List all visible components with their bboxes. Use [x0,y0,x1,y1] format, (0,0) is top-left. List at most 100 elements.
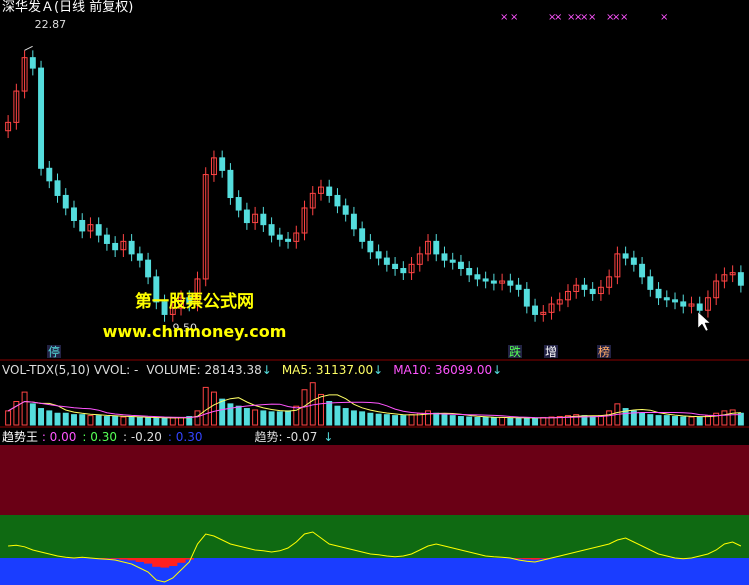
x-marker: × [620,12,628,23]
volume-bar [62,412,69,426]
volume-bar [433,412,440,426]
volume-bar [153,417,160,426]
trend-negative-fill [530,558,540,560]
candle-body [589,288,596,295]
candle-body [71,207,77,221]
volume-bar [606,410,613,426]
trend-negative-fill [522,558,532,560]
event-marker-label: 榜 [598,344,610,359]
trend-band-bottom [0,558,749,585]
candle-body [507,280,514,286]
trend-negative-fill [514,558,524,559]
candle-body [62,194,69,209]
volume-bar [729,409,736,426]
event-marker-label: 跌 [509,344,521,359]
trend-legend-item: : 0.00 [41,430,77,444]
volume-bar [375,413,382,426]
volume-bar [334,405,341,426]
candle-body [474,274,481,280]
trend-band-top [0,445,749,515]
volume-bar [112,416,119,426]
volume-bar [21,391,28,426]
volume-bar [29,403,36,426]
candle-body [29,57,36,69]
x-marker: × [588,12,596,23]
trend-negative-fill [152,558,161,567]
volume-bar [178,416,184,426]
candle-body [54,180,61,196]
down-arrow-icon: ↓ [323,430,334,444]
down-arrow-icon: ↓ [261,363,272,377]
volume-bar [309,382,316,426]
candle-body [326,186,333,196]
volume-bar [120,416,127,426]
volume-legend-item: MA5: 31137.00 [281,363,374,377]
volume-bar [46,410,53,426]
x-marker: × [510,12,518,23]
x-marker: × [660,12,668,23]
volume-bar [38,408,45,426]
volume-bar [441,414,448,426]
candle-body [276,234,283,240]
candle-body [663,297,670,301]
trend-negative-fill [127,558,137,561]
volume-bar [688,416,695,426]
volume-bar [5,410,12,426]
trend-band-middle [0,515,749,558]
volume-bar [285,410,292,426]
volume-bar [161,417,168,426]
candle-body [260,213,267,226]
volume-indicator-name: VOL-TDX(5,10) [2,363,94,377]
candle-body [103,234,110,244]
trend-negative-fill [135,558,145,562]
candle-body [737,272,744,286]
volume-bar [252,409,259,426]
volume-bar [474,416,481,426]
volume-bar [672,416,678,426]
trend-negative-fill [160,558,170,568]
candle-body [145,259,152,278]
volume-bar [457,416,464,426]
trend-negative-fill [176,558,186,563]
volume-bar [400,415,407,426]
volume-bar [540,416,547,426]
volume-bar [318,393,324,426]
candle-body [227,169,234,199]
volume-bar [54,412,61,426]
volume-bar [655,415,662,426]
volume-bar [326,401,333,426]
candle-body [383,257,390,265]
high-price-label: 22.87 [35,18,66,31]
volume-bar [359,411,366,426]
volume-legend-item: VVOL: - [93,363,139,377]
volume-bar [276,411,283,426]
trend-legend: 趋势王 : 0.00: 0.30: -0.20: 0.30 趋势: -0.07 ↓ [2,430,333,444]
volume-bar [499,416,506,426]
candle-body [95,224,102,236]
candle-body [639,263,646,278]
down-arrow-icon: ↓ [492,363,503,377]
x-marker: × [554,12,562,23]
volume-bar [663,415,670,426]
candle-body [359,228,366,242]
candle-body [482,278,489,282]
volume-legend-item: VOLUME: 28143.38 [146,363,262,377]
volume-bar [523,417,530,426]
candle-body [334,194,341,207]
watermark-title: 第一股票公式网 [135,292,254,312]
candle-body [655,288,662,299]
trend-negative-fill [111,558,120,559]
candle-body [457,261,464,269]
volume-bar [367,412,374,426]
candle-body [268,224,275,236]
trend-negative-fill [143,558,153,564]
watermark-url: www.chnmoney.com [102,322,287,341]
volume-bar [449,415,456,426]
high-pointer [24,45,33,51]
volume-bar [219,398,226,426]
x-marker: × [500,12,508,23]
volume-bar [71,414,77,426]
volume-bar [532,417,539,426]
candle-body [367,240,374,253]
volume-bar [713,412,720,426]
